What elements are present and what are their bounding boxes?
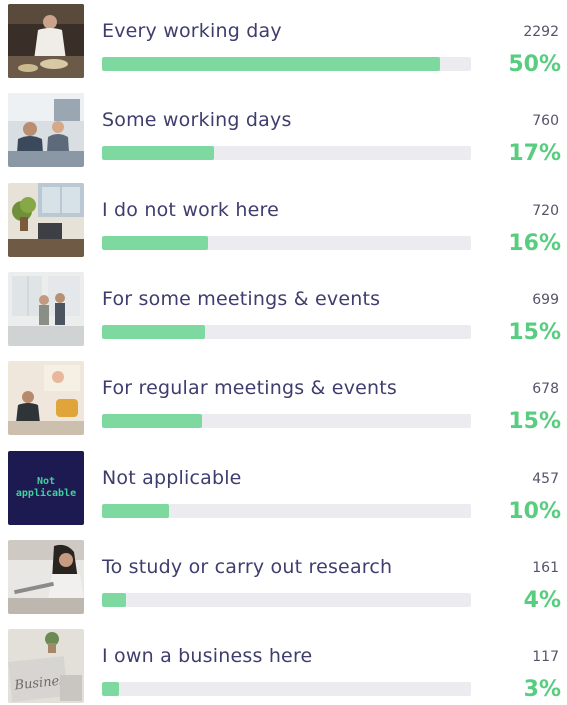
laptop-study-photo	[8, 540, 84, 614]
option-label: Every working day	[102, 20, 282, 42]
percent-label: 50%	[508, 52, 561, 77]
bar-track	[102, 236, 471, 250]
option-label: Some working days	[102, 109, 292, 131]
bar-track	[102, 504, 471, 518]
option-label: I do not work here	[102, 199, 279, 221]
office-desk-photo	[8, 93, 84, 167]
not-applicable-tile: Not applicable	[8, 451, 84, 525]
vote-count: 161	[532, 560, 559, 576]
vote-count: 760	[532, 113, 559, 129]
result-row: Some working days 760 17%	[0, 91, 567, 169]
thumb-text: Not applicable	[15, 476, 77, 499]
vote-count: 117	[532, 649, 559, 665]
bar-track	[102, 593, 471, 607]
bar-track	[102, 682, 471, 696]
result-row: To study or carry out research 161 4%	[0, 538, 567, 616]
bar-track	[102, 57, 471, 71]
bar-fill	[102, 593, 126, 607]
option-label: For some meetings & events	[102, 288, 381, 310]
bar-fill	[102, 414, 202, 428]
bar-fill	[102, 236, 208, 250]
vote-count: 720	[532, 203, 559, 219]
percent-label: 15%	[508, 320, 561, 345]
percent-label: 3%	[523, 677, 561, 702]
percent-label: 10%	[508, 499, 561, 524]
lounge-photo	[8, 361, 84, 435]
vote-count: 678	[532, 381, 559, 397]
option-label: For regular meetings & events	[102, 377, 398, 399]
vote-count: 2292	[523, 24, 559, 40]
vote-count: 699	[532, 292, 559, 308]
result-row: Business I own a business here 117 3%	[0, 627, 567, 705]
bar-fill	[102, 504, 169, 518]
percent-label: 15%	[508, 409, 561, 434]
percent-label: 4%	[523, 588, 561, 613]
result-row: Every working day 2292 50%	[0, 2, 567, 80]
meeting-room-photo	[8, 272, 84, 346]
bar-track	[102, 325, 471, 339]
bar-fill	[102, 325, 205, 339]
office-plant-photo	[8, 183, 84, 257]
vote-count: 457	[532, 471, 559, 487]
bar-fill	[102, 682, 119, 696]
percent-label: 17%	[508, 141, 561, 166]
bar-track	[102, 414, 471, 428]
percent-label: 16%	[508, 231, 561, 256]
result-row: I do not work here 720 16%	[0, 181, 567, 259]
option-label: To study or carry out research	[102, 556, 393, 578]
result-row: For regular meetings & events 678 15%	[0, 359, 567, 437]
bar-fill	[102, 57, 440, 71]
option-label: I own a business here	[102, 645, 313, 667]
bar-fill	[102, 146, 214, 160]
restaurant-worker-photo	[8, 4, 84, 78]
bar-track	[102, 146, 471, 160]
result-row: For some meetings & events 699 15%	[0, 270, 567, 348]
poll-results: Every working day 2292 50% Some working day…	[0, 0, 567, 705]
result-row: Not applicable Not applicable 457 10%	[0, 449, 567, 527]
option-label: Not applicable	[102, 467, 242, 489]
newspaper-business-photo: Business	[8, 629, 84, 703]
